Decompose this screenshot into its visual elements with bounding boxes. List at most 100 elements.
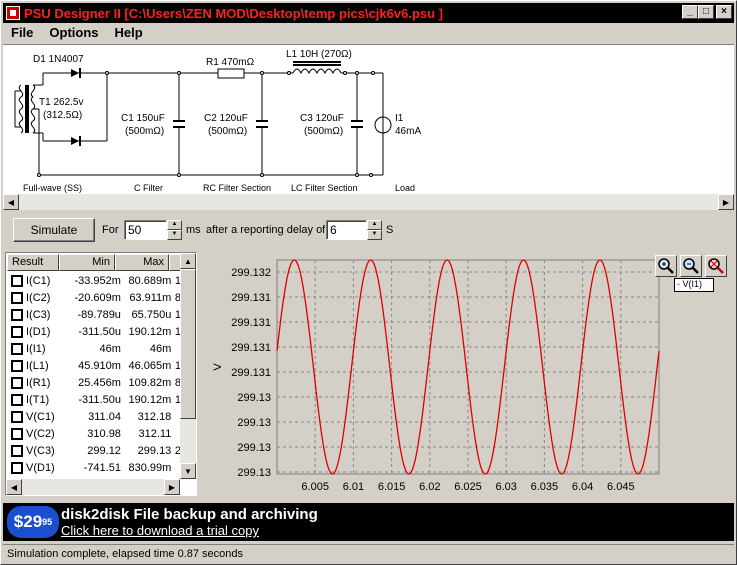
delay-label: after a reporting delay of bbox=[206, 224, 326, 236]
result-checkbox[interactable] bbox=[11, 325, 23, 338]
result-checkbox[interactable] bbox=[11, 359, 23, 372]
scroll-right-arrow-icon[interactable]: ▶ bbox=[164, 479, 180, 495]
result-checkbox[interactable] bbox=[11, 461, 23, 474]
result-row[interactable]: I(T1) -311.50u 190.12m 1 bbox=[7, 391, 181, 408]
result-row[interactable]: I(C3) -89.789u 65.750u 1 bbox=[7, 306, 181, 323]
menu-options[interactable]: Options bbox=[41, 24, 106, 43]
result-checkbox[interactable] bbox=[11, 444, 23, 457]
result-row[interactable]: I(L1) 45.910m 46.065m 1 bbox=[7, 357, 181, 374]
x-tick-label: 6.025 bbox=[454, 481, 482, 493]
duration-input[interactable]: 50 bbox=[124, 220, 167, 240]
result-row[interactable]: I(D1) -311.50u 190.12m 1 bbox=[7, 323, 181, 340]
label-t1-line1: T1 262.5v bbox=[39, 97, 83, 108]
result-checkbox[interactable] bbox=[11, 427, 23, 440]
result-max: 299.13 bbox=[137, 444, 172, 457]
result-checkbox[interactable] bbox=[11, 291, 23, 304]
label-c2-line1: C2 120uF bbox=[204, 113, 248, 124]
result-row[interactable]: V(D1) -741.51 830.99m bbox=[7, 459, 181, 476]
scroll-left-arrow-icon[interactable]: ◀ bbox=[6, 479, 22, 495]
header-result[interactable]: Result bbox=[7, 254, 59, 271]
minimize-button[interactable]: _ bbox=[682, 5, 698, 19]
delay-unit: S bbox=[386, 224, 394, 236]
zoom-reset-icon[interactable] bbox=[705, 255, 727, 277]
y-tick-label: 299.132 bbox=[231, 267, 271, 279]
ad-banner[interactable]: $29 95 disk2disk File backup and archivin… bbox=[3, 503, 734, 541]
x-tick-label: 6.01 bbox=[343, 481, 364, 493]
schematic-canvas[interactable]: D1 1N4007 T1 262.5v (312.5Ω) R1 470mΩ L1… bbox=[3, 44, 734, 194]
label-r1: R1 470mΩ bbox=[206, 57, 255, 68]
spin-up-icon[interactable]: ▲ bbox=[167, 220, 182, 230]
status-bar: Simulation complete, elapsed time 0.87 s… bbox=[3, 544, 734, 563]
x-tick-label: 6.04 bbox=[572, 481, 593, 493]
result-row[interactable]: I(I1) 46m 46m bbox=[7, 340, 181, 357]
scroll-up-arrow-icon[interactable]: ▲ bbox=[180, 253, 196, 269]
window-title: PSU Designer II [C:\Users\ZEN MOD\Deskto… bbox=[24, 5, 444, 21]
menu-bar: File Options Help bbox=[3, 24, 151, 43]
waveform-chart[interactable]: 299.132 299.131 299.131 299.131 299.131 299.1… bbox=[199, 252, 734, 496]
spin-up-icon[interactable]: ▲ bbox=[367, 220, 382, 230]
label-i1-line1: I1 bbox=[395, 113, 404, 124]
x-tick-label: 6.005 bbox=[301, 481, 329, 493]
simulation-controls: Simulate For 50 ▲ ▼ ms after a reporting … bbox=[3, 212, 734, 250]
results-vscroll[interactable]: ▲ ▼ bbox=[180, 253, 196, 479]
delay-spinner[interactable]: ▲ ▼ bbox=[367, 220, 382, 240]
scroll-down-arrow-icon[interactable]: ▼ bbox=[180, 463, 196, 479]
result-checkbox[interactable] bbox=[11, 410, 23, 423]
result-min: 25.456m bbox=[78, 376, 121, 389]
result-name: I(C1) bbox=[26, 274, 51, 287]
scroll-track[interactable] bbox=[22, 479, 164, 495]
result-row[interactable]: I(C1) -33.952m 80.689m 1 bbox=[7, 272, 181, 289]
result-row[interactable]: V(C2) 310.98 312.11 bbox=[7, 425, 181, 442]
section-lc-filter: LC Filter Section bbox=[291, 183, 358, 193]
result-checkbox[interactable] bbox=[11, 393, 23, 406]
results-list[interactable]: Result Min Max I(C1) -33.952m 80.689m 1 I(C2… bbox=[5, 252, 197, 496]
result-checkbox[interactable] bbox=[11, 308, 23, 321]
result-checkbox[interactable] bbox=[11, 376, 23, 389]
section-rc-filter: RC Filter Section bbox=[203, 183, 271, 193]
result-min: 46m bbox=[99, 342, 121, 355]
result-max: 46.065m bbox=[128, 359, 172, 372]
result-name: I(L1) bbox=[26, 359, 49, 372]
result-row[interactable]: I(R1) 25.456m 109.82m 8 bbox=[7, 374, 181, 391]
result-max: 190.12m bbox=[128, 393, 172, 406]
result-max: 109.82m bbox=[128, 376, 172, 389]
result-min: -311.50u bbox=[78, 393, 121, 406]
y-tick-label: 299.131 bbox=[231, 317, 271, 329]
y-tick-label: 299.13 bbox=[237, 442, 271, 454]
title-bar[interactable]: PSU Designer II [C:\Users\ZEN MOD\Deskto… bbox=[3, 3, 734, 23]
x-tick-label: 6.045 bbox=[607, 481, 635, 493]
scroll-track[interactable] bbox=[19, 194, 718, 210]
simulate-button[interactable]: Simulate bbox=[13, 218, 95, 242]
spin-down-icon[interactable]: ▼ bbox=[367, 230, 382, 240]
result-name: V(C2) bbox=[26, 427, 55, 440]
menu-file[interactable]: File bbox=[3, 24, 41, 43]
result-row[interactable]: V(C3) 299.12 299.13 2 bbox=[7, 442, 181, 459]
scroll-thumb[interactable] bbox=[180, 269, 196, 419]
result-checkbox[interactable] bbox=[11, 342, 23, 355]
result-name: I(T1) bbox=[26, 393, 50, 406]
scroll-left-arrow-icon[interactable]: ◀ bbox=[3, 194, 19, 210]
result-checkbox[interactable] bbox=[11, 274, 23, 287]
header-min[interactable]: Min bbox=[59, 254, 115, 271]
schematic-hscroll[interactable]: ◀ ▶ bbox=[3, 194, 734, 210]
menu-help[interactable]: Help bbox=[107, 24, 151, 43]
result-name: I(D1) bbox=[26, 325, 51, 338]
zoom-in-icon[interactable] bbox=[655, 255, 677, 277]
ad-price-badge: $29 95 bbox=[7, 506, 59, 538]
result-min: -89.789u bbox=[77, 308, 121, 321]
label-l1: L1 10H (270Ω) bbox=[286, 49, 352, 60]
zoom-out-icon[interactable] bbox=[680, 255, 702, 277]
delay-input[interactable]: 6 bbox=[326, 220, 367, 240]
close-button[interactable]: × bbox=[716, 5, 732, 19]
scroll-right-arrow-icon[interactable]: ▶ bbox=[718, 194, 734, 210]
result-min: -311.50u bbox=[78, 325, 121, 338]
duration-spinner[interactable]: ▲ ▼ bbox=[167, 220, 182, 240]
spin-down-icon[interactable]: ▼ bbox=[167, 230, 182, 240]
results-hscroll[interactable]: ◀ ▶ bbox=[6, 479, 180, 495]
label-c3-line1: C3 120uF bbox=[300, 113, 344, 124]
ad-download-link[interactable]: Click here to download a trial copy bbox=[61, 523, 259, 538]
result-row[interactable]: V(C1) 311.04 312.18 bbox=[7, 408, 181, 425]
maximize-button[interactable]: □ bbox=[698, 5, 714, 19]
result-row[interactable]: I(C2) -20.609m 63.911m 8 bbox=[7, 289, 181, 306]
header-max[interactable]: Max bbox=[115, 254, 169, 271]
